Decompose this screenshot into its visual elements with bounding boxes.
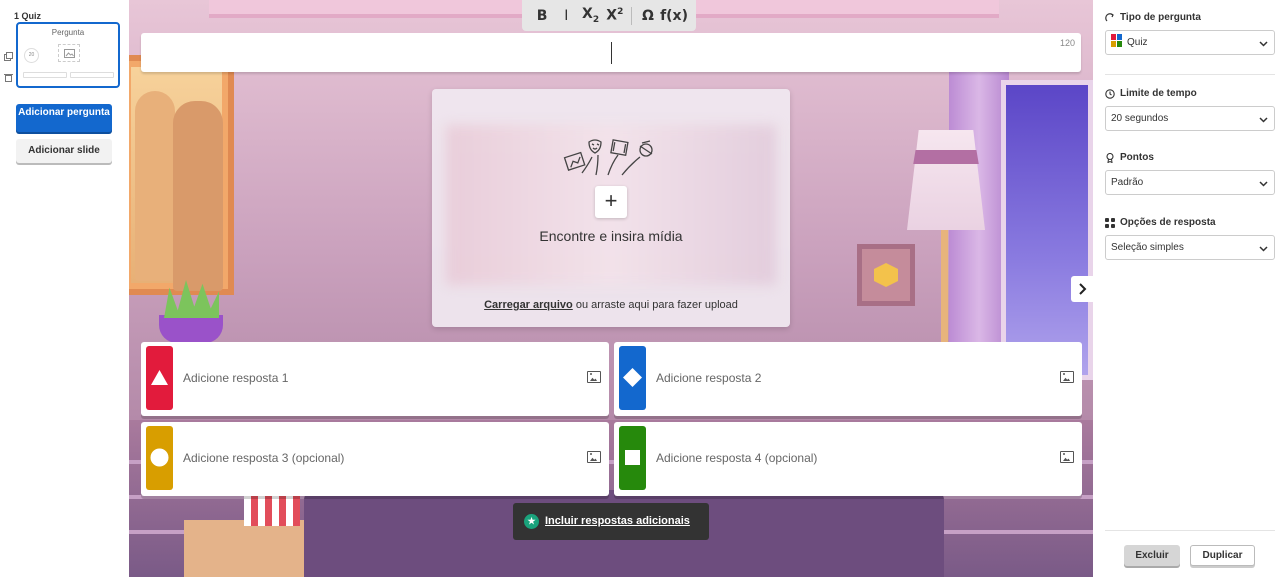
question-type-label: Tipo de pergunta bbox=[1120, 12, 1201, 23]
clock-icon bbox=[1105, 88, 1115, 99]
add-slide-button[interactable]: Adicionar slide bbox=[16, 139, 112, 163]
points-label: Pontos bbox=[1120, 152, 1154, 163]
answer-2-placeholder: Adicione resposta 2 bbox=[656, 371, 762, 385]
time-limit-label: Limite de tempo bbox=[1120, 88, 1197, 99]
background-table bbox=[184, 520, 304, 577]
chevron-down-icon bbox=[1259, 41, 1268, 47]
answer-options-value: Seleção simples bbox=[1111, 242, 1184, 253]
slide-thumbnail[interactable]: Pergunta 20 bbox=[16, 22, 120, 88]
circle-icon bbox=[150, 448, 169, 467]
add-more-answers-label: Incluir respostas adicionais bbox=[545, 515, 690, 527]
star-icon: ★ bbox=[524, 514, 539, 529]
toolbar-divider bbox=[630, 6, 632, 25]
upload-hint: Carregar arquivo ou arraste aqui para fa… bbox=[432, 299, 790, 311]
answer-1-color bbox=[146, 346, 173, 410]
answer-1-placeholder: Adicione resposta 1 bbox=[183, 371, 289, 385]
thumb-answer bbox=[23, 72, 67, 78]
add-media-button[interactable]: + bbox=[595, 186, 627, 218]
chevron-down-icon bbox=[1259, 181, 1268, 187]
add-image-icon[interactable] bbox=[1060, 371, 1074, 383]
answer-options-icon bbox=[1105, 217, 1115, 228]
add-image-icon[interactable] bbox=[1060, 451, 1074, 463]
time-limit-section: Limite de tempo 20 segundos bbox=[1105, 88, 1275, 131]
add-more-answers-button[interactable]: ★ Incluir respostas adicionais bbox=[513, 503, 709, 540]
text-format-toolbar: B I X2 X2 Ω f(x) bbox=[522, 0, 696, 31]
chevron-down-icon bbox=[1259, 246, 1268, 252]
duplicate-slide-icon[interactable] bbox=[4, 52, 13, 61]
points-select[interactable]: Padrão bbox=[1105, 170, 1275, 195]
answer-2-color bbox=[619, 346, 646, 410]
duplicate-button[interactable]: Duplicar bbox=[1190, 545, 1255, 566]
bold-button[interactable]: B bbox=[530, 8, 554, 24]
question-type-value: Quiz bbox=[1127, 37, 1148, 48]
equation-button[interactable]: f(x) bbox=[660, 8, 688, 24]
text-caret bbox=[611, 42, 612, 64]
question-type-icon bbox=[1105, 12, 1114, 21]
thumb-image-icon bbox=[58, 44, 80, 62]
background-popcorn bbox=[244, 494, 300, 526]
quiz-icon bbox=[1111, 33, 1122, 47]
chevron-down-icon bbox=[1259, 117, 1268, 123]
square-icon bbox=[625, 450, 640, 465]
thumb-timer: 20 bbox=[24, 48, 39, 63]
answer-3-color bbox=[146, 426, 173, 490]
medal-icon bbox=[1106, 152, 1114, 163]
background-plant-pot bbox=[159, 315, 223, 343]
diamond-icon bbox=[623, 368, 642, 387]
background-frame bbox=[857, 244, 915, 306]
answer-options-select[interactable]: Seleção simples bbox=[1105, 235, 1275, 260]
answer-2-field[interactable]: Adicione resposta 2 bbox=[614, 342, 1082, 416]
settings-panel: Tipo de pergunta Quiz Limite de tempo 20… bbox=[1093, 0, 1286, 577]
delete-slide-icon[interactable] bbox=[4, 73, 13, 82]
answer-options-label: Opções de resposta bbox=[1120, 217, 1216, 228]
thumb-answer bbox=[70, 72, 114, 78]
upload-hint-text: ou arraste aqui para fazer upload bbox=[572, 299, 738, 311]
delete-button[interactable]: Excluir bbox=[1124, 545, 1180, 566]
answer-4-field[interactable]: Adicione resposta 4 (opcional) bbox=[614, 422, 1082, 496]
media-title: Encontre e insira mídia bbox=[539, 228, 683, 244]
italic-button[interactable]: I bbox=[554, 8, 578, 24]
time-limit-value: 20 segundos bbox=[1111, 113, 1169, 124]
triangle-icon bbox=[151, 370, 168, 385]
answer-4-color bbox=[619, 426, 646, 490]
add-question-button[interactable]: Adicionar pergunta bbox=[16, 104, 112, 132]
question-input[interactable]: 120 bbox=[141, 33, 1081, 72]
background-window bbox=[1001, 80, 1093, 380]
question-type-select[interactable]: Quiz bbox=[1105, 30, 1275, 55]
background-painting bbox=[129, 55, 234, 295]
points-section: Pontos Padrão bbox=[1105, 152, 1275, 195]
slide-canvas: B I X2 X2 Ω f(x) 120 + Encontre e insira… bbox=[129, 0, 1093, 577]
question-type-section: Tipo de pergunta Quiz bbox=[1105, 12, 1275, 55]
add-image-icon[interactable] bbox=[587, 371, 601, 383]
subscript-button[interactable]: X2 bbox=[578, 6, 602, 25]
time-limit-select[interactable]: 20 segundos bbox=[1105, 106, 1275, 131]
slide-sidebar: 1 Quiz Pergunta 20 Adicionar pergunta Ad… bbox=[0, 0, 129, 577]
answer-4-placeholder: Adicione resposta 4 (opcional) bbox=[656, 451, 818, 465]
upload-file-link[interactable]: Carregar arquivo bbox=[484, 299, 573, 311]
points-value: Padrão bbox=[1111, 177, 1144, 188]
answer-3-field[interactable]: Adicione resposta 3 (opcional) bbox=[141, 422, 609, 496]
superscript-button[interactable]: X2 bbox=[603, 7, 627, 24]
add-image-icon[interactable] bbox=[587, 451, 601, 463]
slide-label: 1 Quiz bbox=[14, 11, 42, 21]
special-characters-button[interactable]: Ω bbox=[636, 8, 660, 24]
answer-1-field[interactable]: Adicione resposta 1 bbox=[141, 342, 609, 416]
chevron-right-icon[interactable] bbox=[1071, 276, 1093, 302]
answer-3-placeholder: Adicione resposta 3 (opcional) bbox=[183, 451, 345, 465]
answer-options-section: Opções de resposta Seleção simples bbox=[1105, 217, 1275, 260]
background-lamp bbox=[907, 130, 985, 230]
character-counter: 120 bbox=[1059, 38, 1075, 48]
thumb-title: Pergunta bbox=[51, 28, 85, 37]
media-icons bbox=[563, 139, 653, 176]
media-dropzone[interactable]: + Encontre e insira mídia Carregar arqui… bbox=[432, 89, 790, 327]
